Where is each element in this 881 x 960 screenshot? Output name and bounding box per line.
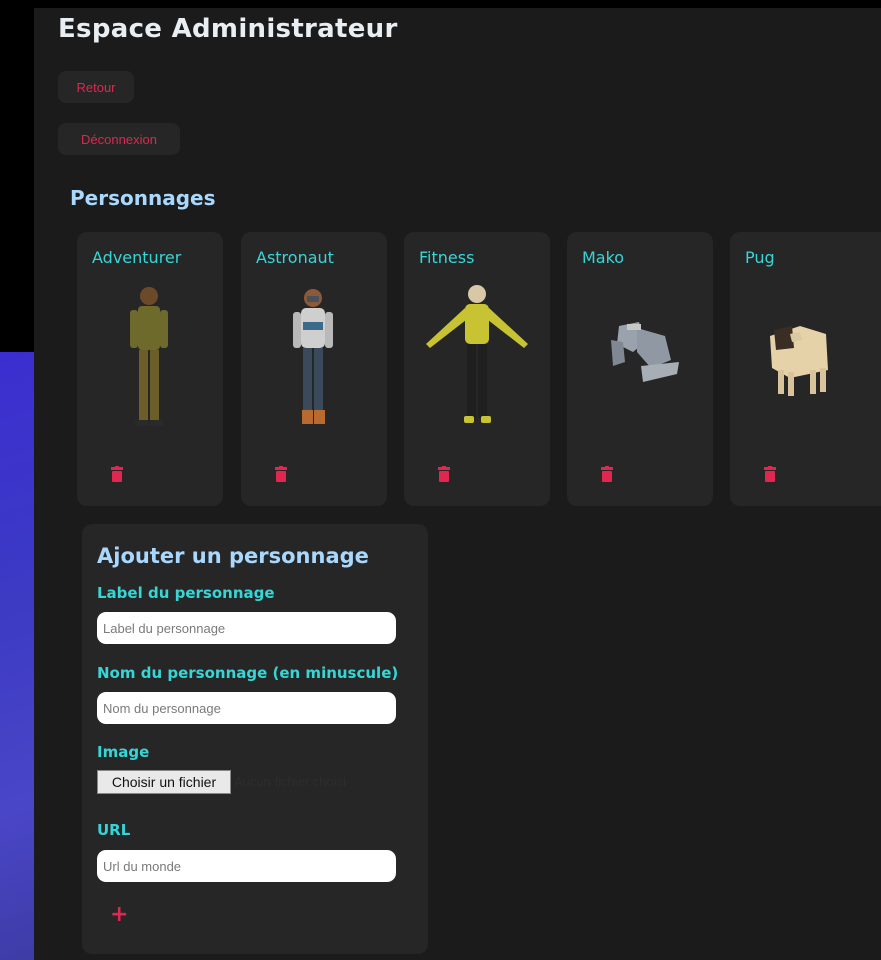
choose-file-button[interactable]: Choisir un fichier [97,770,231,794]
adventurer-figure [130,287,168,426]
character-card-pug: Pug [730,232,881,506]
label-field-label: Label du personnage [97,584,275,602]
delete-icon[interactable] [601,466,613,482]
name-input[interactable] [97,692,396,724]
fitness-figure [426,285,528,423]
url-input[interactable] [97,850,396,882]
character-label: Mako [582,248,625,267]
character-card-astronaut: Astronaut [241,232,387,506]
label-input[interactable] [97,612,396,644]
character-card-mako: Mako [567,232,713,506]
form-title: Ajouter un personnage [97,544,369,568]
characters-section-title: Personnages [70,186,216,210]
add-character-form: Ajouter un personnage Label du personnag… [82,524,428,954]
image-field-label: Image [97,743,150,761]
character-card-adventurer: Adventurer [77,232,223,506]
url-field-label: URL [97,821,131,839]
delete-icon[interactable] [111,466,123,482]
delete-icon[interactable] [764,466,776,482]
character-label: Adventurer [92,248,182,267]
name-field-label: Nom du personnage (en minuscule) [97,664,399,682]
back-button[interactable]: Retour [58,71,134,103]
character-card-fitness: Fitness [404,232,550,506]
delete-icon[interactable] [275,466,287,482]
character-label: Fitness [419,248,475,267]
delete-icon[interactable] [438,466,450,482]
character-label: Pug [745,248,775,267]
logout-button[interactable]: Déconnexion [58,123,180,155]
page-title: Espace Administrateur [58,14,398,44]
pug-figure [770,326,828,396]
astronaut-figure [293,289,333,424]
mako-figure [611,322,679,382]
add-character-button[interactable]: + [110,904,128,926]
character-label: Astronaut [256,248,334,267]
file-status: Aucun fichier choisi [234,774,346,789]
